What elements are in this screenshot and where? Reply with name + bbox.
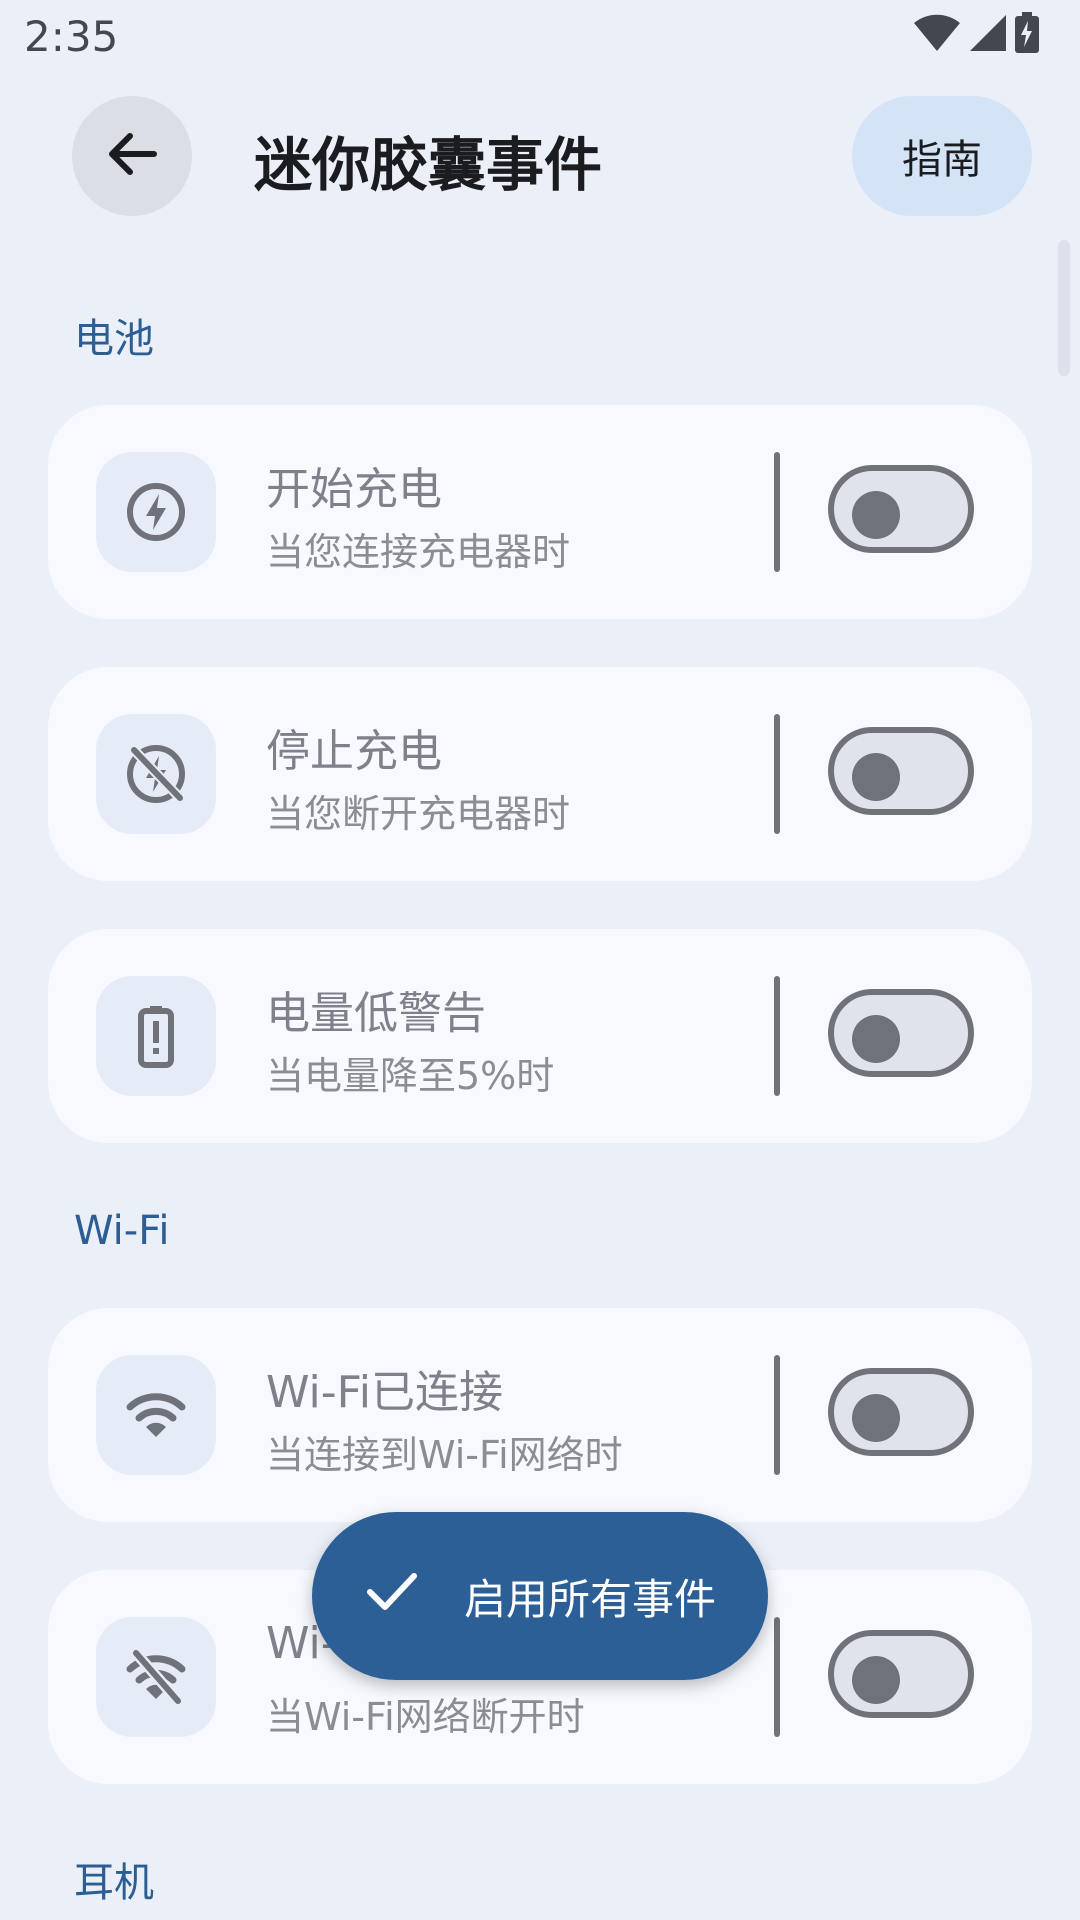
status-icons <box>912 12 1040 54</box>
section-title-headphones: 耳机 <box>74 1860 154 1906</box>
section-title-wifi: Wi-Fi <box>74 1208 170 1254</box>
toggle-switch[interactable] <box>828 1368 974 1456</box>
toggle-switch[interactable] <box>828 465 974 553</box>
event-title: 停止充电 <box>266 726 442 777</box>
event-subtitle: 当电量降至5%时 <box>266 1054 555 1098</box>
event-title: 电量低警告 <box>266 988 486 1039</box>
event-card-stop-charging[interactable]: 停止充电 当您断开充电器时 <box>48 667 1032 881</box>
divider <box>774 976 780 1096</box>
toggle-switch[interactable] <box>828 1630 974 1718</box>
toggle-switch[interactable] <box>828 727 974 815</box>
scrollbar[interactable] <box>1058 240 1070 376</box>
toggle-switch[interactable] <box>828 989 974 1077</box>
event-card-start-charging[interactable]: 开始充电 当您连接充电器时 <box>48 405 1032 619</box>
toggle-knob <box>852 1015 900 1063</box>
divider <box>774 452 780 572</box>
event-title: Wi-Fi已连接 <box>266 1367 503 1418</box>
divider <box>774 1617 780 1737</box>
back-button[interactable] <box>72 96 192 216</box>
check-icon <box>364 1563 420 1629</box>
enable-all-events-button[interactable]: 启用所有事件 <box>312 1512 768 1680</box>
divider <box>774 1355 780 1475</box>
arrow-back-icon <box>104 126 160 186</box>
cell-signal-icon <box>968 13 1008 53</box>
toggle-knob <box>852 491 900 539</box>
event-subtitle: 当您连接充电器时 <box>266 530 571 574</box>
event-subtitle: 当Wi-Fi网络断开时 <box>266 1695 585 1739</box>
guide-button[interactable]: 指南 <box>852 96 1032 216</box>
event-card-wifi-connected[interactable]: Wi-Fi已连接 当连接到Wi-Fi网络时 <box>48 1308 1032 1522</box>
status-time: 2:35 <box>24 12 119 61</box>
event-card-low-battery[interactable]: 电量低警告 当电量降至5%时 <box>48 929 1032 1143</box>
battery-alert-icon <box>96 976 216 1096</box>
bolt-off-icon <box>96 714 216 834</box>
event-subtitle: 当您断开充电器时 <box>266 792 571 836</box>
toggle-knob <box>852 753 900 801</box>
event-subtitle: 当连接到Wi-Fi网络时 <box>266 1433 623 1477</box>
battery-charging-icon <box>1014 12 1040 54</box>
toggle-knob <box>852 1656 900 1704</box>
divider <box>774 714 780 834</box>
toggle-knob <box>852 1394 900 1442</box>
wifi-off-icon <box>96 1617 216 1737</box>
section-title-battery: 电池 <box>74 316 154 362</box>
wifi-signal-icon <box>912 13 962 53</box>
bolt-circle-icon <box>96 452 216 572</box>
event-title: 开始充电 <box>266 464 442 515</box>
page-title: 迷你胶囊事件 <box>254 131 603 199</box>
fab-label: 启用所有事件 <box>463 1574 716 1624</box>
wifi-icon <box>96 1355 216 1475</box>
